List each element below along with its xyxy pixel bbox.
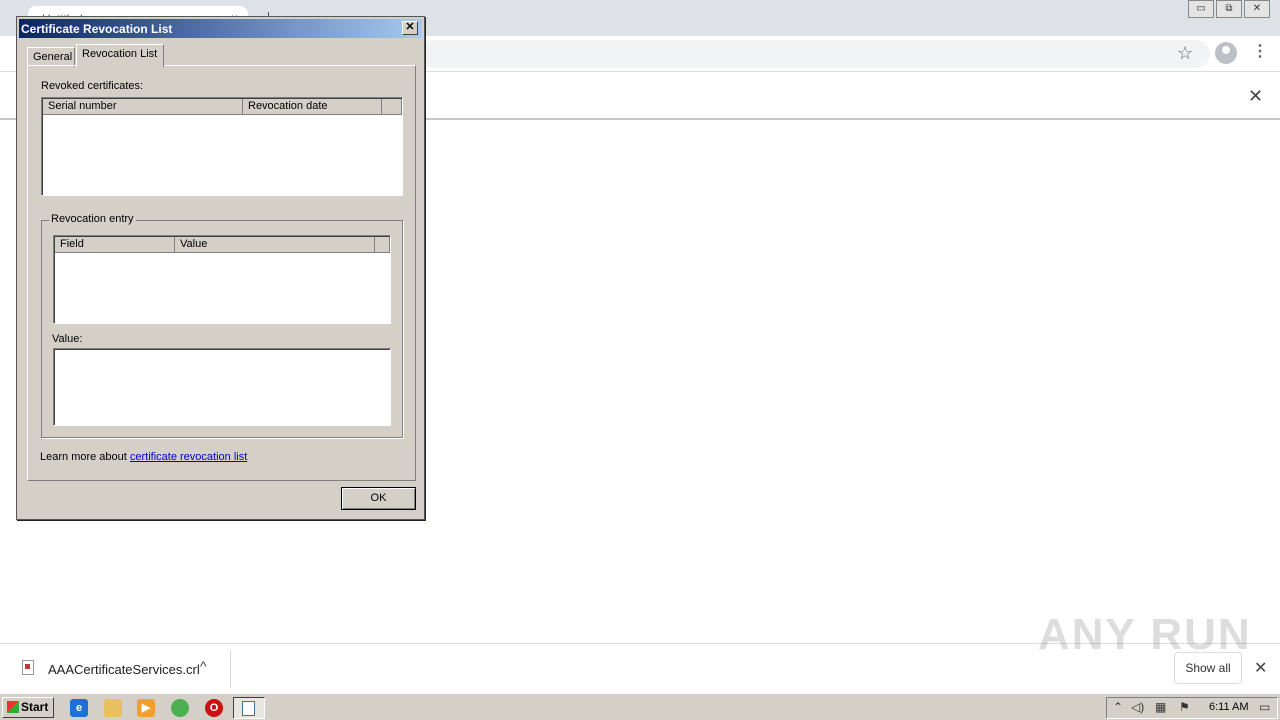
- internet-explorer-icon[interactable]: e: [70, 699, 88, 717]
- opera-icon[interactable]: O: [205, 699, 223, 717]
- revoked-certificates-label: Revoked certificates:: [41, 80, 144, 92]
- value-label: Value:: [52, 333, 83, 345]
- window-close-button[interactable]: ✕: [1244, 0, 1270, 18]
- profile-avatar-icon[interactable]: [1215, 42, 1237, 64]
- start-button[interactable]: Start: [2, 697, 54, 718]
- address-bar[interactable]: [420, 40, 1210, 68]
- ok-button[interactable]: OK: [341, 487, 416, 510]
- revoked-certificates-list[interactable]: Serial number Revocation date: [41, 97, 403, 196]
- dialog-close-button[interactable]: ✕: [402, 21, 418, 35]
- active-window-button[interactable]: [233, 697, 265, 719]
- infobar-close-icon[interactable]: ✕: [1248, 86, 1263, 107]
- bookmark-star-icon[interactable]: ☆: [1177, 43, 1193, 64]
- revocation-entry-list[interactable]: Field Value: [53, 235, 391, 324]
- taskbar-clock[interactable]: 6:11 AM: [1209, 701, 1249, 713]
- crl-help-link[interactable]: certificate revocation list: [130, 451, 247, 463]
- value-textbox[interactable]: [53, 348, 391, 426]
- tray-expand-icon[interactable]: ⌃: [1113, 700, 1123, 714]
- taskbar: Start e ▶ O ⌃ ◁) ▦ ⚑ ▭ 6:11 AM: [0, 693, 1280, 720]
- media-player-icon[interactable]: ▶: [137, 699, 155, 717]
- restore-button[interactable]: ⧉: [1216, 0, 1242, 18]
- column-serial-number[interactable]: Serial number: [43, 99, 243, 115]
- chrome-icon[interactable]: [171, 699, 189, 717]
- windows-logo-icon: [7, 701, 19, 713]
- volume-icon[interactable]: ◁): [1131, 700, 1144, 714]
- learn-more-text: Learn more about certificate revocation …: [40, 451, 247, 463]
- dialog-title: Certificate Revocation List: [21, 22, 173, 36]
- action-center-flag-icon[interactable]: ⚑: [1179, 700, 1190, 714]
- shelf-divider: [230, 650, 231, 688]
- document-icon: [242, 701, 255, 716]
- window-controls: ▭ ⧉ ✕: [1186, 0, 1270, 18]
- crl-dialog: Certificate Revocation List ✕ General Re…: [16, 16, 425, 520]
- minimize-button[interactable]: ▭: [1188, 0, 1214, 18]
- anyrun-watermark-logo: ANY RUN: [1038, 610, 1252, 659]
- column-value[interactable]: Value: [175, 237, 375, 253]
- tab-revocation-list[interactable]: Revocation List: [76, 44, 164, 67]
- chevron-up-icon[interactable]: ^: [200, 658, 207, 674]
- dialog-titlebar[interactable]: Certificate Revocation List ✕: [19, 19, 422, 38]
- revocation-list-panel: Revoked certificates: Serial number Revo…: [27, 65, 416, 481]
- browser-menu-icon[interactable]: ⋮: [1252, 42, 1268, 62]
- system-tray: ⌃ ◁) ▦ ⚑ ▭: [1106, 697, 1278, 719]
- column-revocation-date[interactable]: Revocation date: [243, 99, 382, 115]
- show-desktop-icon[interactable]: ▭: [1259, 700, 1270, 714]
- download-file-name[interactable]: AAACertificateServices.crl: [48, 662, 200, 677]
- revocation-entry-label: Revocation entry: [49, 213, 136, 225]
- column-filler: [382, 99, 402, 115]
- learn-more-prefix: Learn more about: [40, 451, 130, 463]
- tab-general[interactable]: General: [27, 47, 75, 67]
- crl-file-icon: [22, 660, 34, 675]
- column-field[interactable]: Field: [55, 237, 175, 253]
- column-filler: [375, 237, 390, 253]
- shelf-close-icon[interactable]: ✕: [1254, 658, 1267, 678]
- start-label: Start: [21, 700, 49, 714]
- revocation-entry-group: Revocation entry Field Value Value:: [41, 213, 403, 438]
- folder-icon[interactable]: [104, 699, 122, 717]
- network-icon[interactable]: ▦: [1155, 700, 1166, 714]
